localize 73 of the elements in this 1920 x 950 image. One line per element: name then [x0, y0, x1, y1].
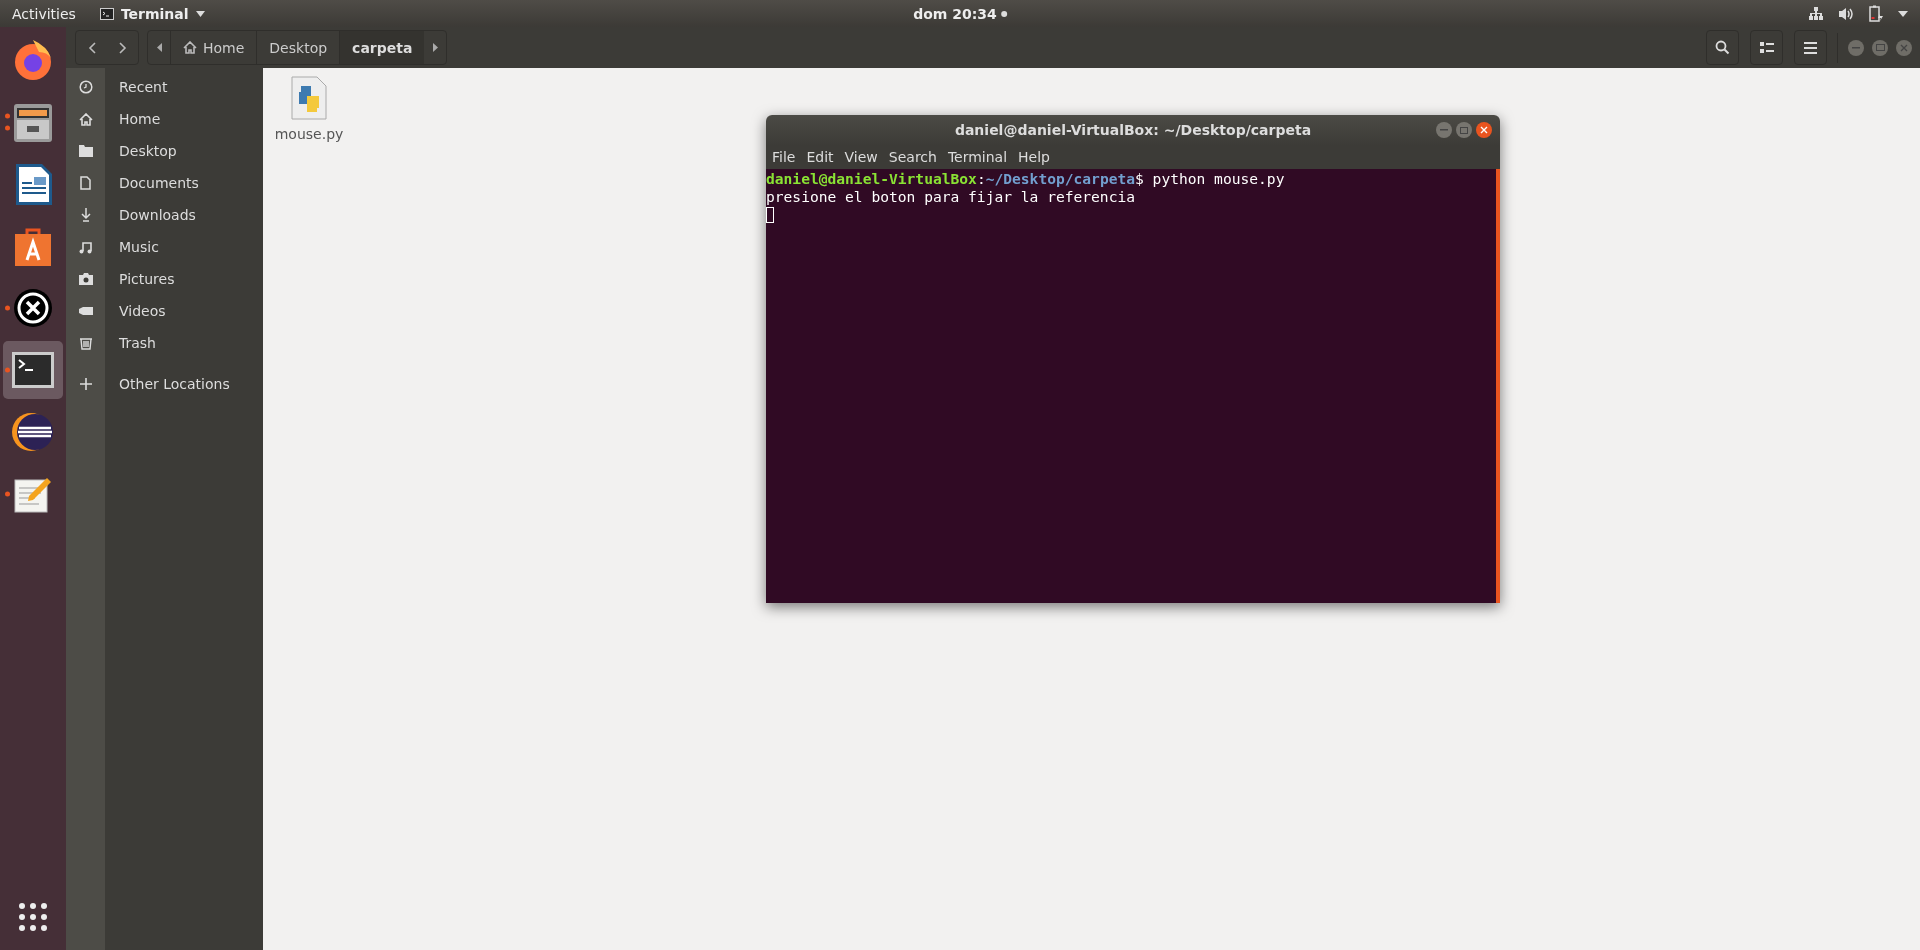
sidebar-item[interactable]: Videos	[66, 295, 263, 327]
sidebar-item[interactable]: Home	[66, 103, 263, 135]
maximize-icon	[1460, 126, 1468, 134]
menu-item[interactable]: File	[772, 149, 796, 165]
menu-item[interactable]: Help	[1018, 149, 1050, 165]
path-button[interactable]: carpeta	[339, 31, 425, 64]
menu-item[interactable]: Terminal	[947, 149, 1008, 165]
cross-circle-icon	[11, 286, 55, 330]
minimize-icon	[1440, 129, 1448, 131]
close-icon	[1480, 126, 1488, 134]
app-menu[interactable]: Terminal	[87, 5, 217, 22]
maximize-icon	[1875, 44, 1885, 51]
running-indicator-icon	[5, 367, 10, 373]
document-icon	[80, 176, 91, 190]
close-button[interactable]	[1476, 122, 1492, 138]
command-text: $ python mouse.py	[1135, 170, 1285, 187]
sidebar-item[interactable]: Other Locations	[66, 368, 263, 400]
app-grid-icon[interactable]	[18, 902, 48, 932]
prompt-user: daniel@daniel-VirtualBox	[766, 170, 977, 187]
python-file-icon	[291, 76, 327, 120]
sidebar-item[interactable]: Documents	[66, 167, 263, 199]
menu-item[interactable]: Search	[888, 149, 937, 165]
triangle-left-icon	[156, 43, 162, 52]
sidebar-item[interactable]: Desktop	[66, 135, 263, 167]
menu-item[interactable]: View	[844, 149, 878, 165]
view-options-button[interactable]	[1750, 30, 1783, 65]
video-camera-icon	[78, 306, 93, 316]
chevron-right-icon	[118, 41, 127, 54]
chevron-left-icon	[87, 41, 96, 54]
running-indicator-icon	[5, 113, 10, 131]
clock[interactable]: dom 20:34	[913, 5, 1007, 22]
network-icon[interactable]	[1808, 5, 1824, 22]
sidebar-item[interactable]: Recent	[66, 71, 263, 103]
menu-icon	[1804, 41, 1817, 54]
home-icon	[183, 41, 197, 54]
python-script-file[interactable]: mouse.py	[277, 76, 341, 142]
search-icon	[1715, 40, 1730, 55]
download-icon	[79, 208, 92, 222]
terminal-icon	[11, 350, 55, 390]
sidebar-item[interactable]: Pictures	[66, 263, 263, 295]
list-view-icon	[1759, 41, 1774, 54]
search-button[interactable]	[1706, 30, 1739, 65]
activities-button[interactable]: Activities	[0, 5, 88, 22]
minimize-icon	[1852, 46, 1860, 49]
window-title: daniel@daniel-VirtualBox: ~/Desktop/carpeta	[954, 122, 1312, 138]
volume-icon[interactable]	[1838, 5, 1854, 22]
text-cursor	[766, 207, 774, 223]
sidebar-item[interactable]: Trash	[66, 327, 263, 359]
running-indicator-icon	[5, 305, 10, 311]
sidebar-item[interactable]: Downloads	[66, 199, 263, 231]
clock-icon	[78, 80, 93, 94]
terminal-icon	[99, 7, 114, 20]
triangle-right-icon	[432, 43, 438, 52]
sidebar-item[interactable]: Music	[66, 231, 263, 263]
caret-icon[interactable]	[1898, 10, 1908, 17]
eclipse-icon	[11, 410, 55, 454]
menu-item[interactable]: Edit	[806, 149, 834, 165]
battery-icon[interactable]	[1868, 5, 1884, 22]
camera-icon	[78, 273, 93, 285]
prompt-separator: :	[976, 170, 986, 187]
trash-icon	[78, 336, 93, 350]
output-line: presione el boton para fijar la referencia	[766, 187, 1137, 205]
path-button[interactable]: Home	[170, 31, 257, 64]
running-indicator-icon	[5, 491, 10, 497]
dock-item[interactable]	[3, 341, 63, 399]
plus-icon	[79, 378, 92, 390]
prompt-path: ~/Desktop/carpeta	[985, 170, 1136, 187]
close-icon	[1900, 43, 1908, 52]
home-icon	[78, 112, 93, 126]
caret-icon	[195, 10, 205, 17]
folder-icon	[78, 145, 93, 157]
music-note-icon	[79, 240, 92, 254]
menu-button[interactable]	[1794, 30, 1827, 65]
